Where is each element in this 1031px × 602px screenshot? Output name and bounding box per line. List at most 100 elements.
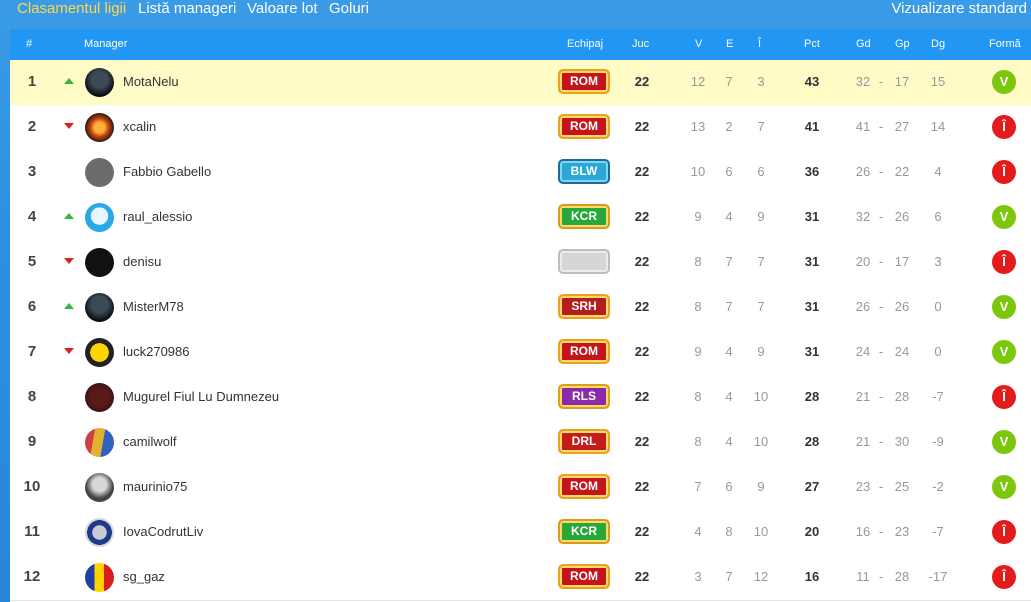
- team-badge[interactable]: KCR: [558, 204, 610, 229]
- team-badge[interactable]: SRH: [558, 294, 610, 319]
- table-row[interactable]: 3 Fabbio Gabello BLW 22 10 6 6 36 26-22 4 Î: [10, 150, 1031, 196]
- played-cell: 22: [634, 254, 650, 269]
- skull-avatar[interactable]: [85, 248, 114, 277]
- crest-avatar[interactable]: [85, 518, 114, 547]
- header-manager[interactable]: Manager: [84, 29, 127, 60]
- manager-name[interactable]: sg_gaz: [123, 555, 165, 599]
- table-row[interactable]: 1 MotaNelu ROM 22 12 7 3 43 32-17 15 V: [10, 60, 1031, 106]
- table-row[interactable]: 7 luck270986 ROM 22 9 4 9 31 24-24 0 V: [10, 330, 1031, 376]
- points-cell: 43: [804, 74, 820, 89]
- won-cell: 7: [694, 479, 702, 494]
- table-row[interactable]: 12 sg_gaz ROM 22 3 7 12 16 11-28 -17 Î: [10, 555, 1031, 601]
- stripes-avatar[interactable]: [85, 428, 114, 457]
- form-win-icon[interactable]: V: [992, 430, 1016, 454]
- won-cell: 8: [694, 434, 702, 449]
- team-badge[interactable]: DRL: [558, 429, 610, 454]
- manager-name[interactable]: camilwolf: [123, 420, 176, 464]
- manager-name[interactable]: xcalin: [123, 105, 156, 149]
- tab-goals[interactable]: Goluri: [329, 0, 369, 18]
- team-badge[interactable]: BLW: [558, 159, 610, 184]
- manager-name[interactable]: IovaCodrutLiv: [123, 510, 203, 554]
- fire-x-avatar[interactable]: [85, 113, 114, 142]
- header-goals-for[interactable]: Gd: [856, 29, 871, 60]
- team-badge[interactable]: ROM: [558, 474, 610, 499]
- form-loss-icon[interactable]: Î: [992, 385, 1016, 409]
- goals-for-cell: 16: [855, 524, 871, 539]
- view-mode-selector[interactable]: Vizualizare standard: [891, 0, 1027, 18]
- manager-name[interactable]: denisu: [123, 240, 161, 284]
- tab-league-standings[interactable]: Clasamentul ligii: [17, 0, 126, 18]
- played-cell: 22: [634, 209, 650, 224]
- form-loss-icon[interactable]: Î: [992, 565, 1016, 589]
- header-rank[interactable]: #: [26, 29, 32, 60]
- team-badge[interactable]: ROM: [558, 114, 610, 139]
- form-loss-icon[interactable]: Î: [992, 250, 1016, 274]
- form-loss-icon[interactable]: Î: [992, 160, 1016, 184]
- state-support-avatar[interactable]: [85, 203, 114, 232]
- mug-avatar[interactable]: [85, 473, 114, 502]
- manager-name[interactable]: Fabbio Gabello: [123, 150, 211, 194]
- goals-against-cell: 27: [894, 119, 910, 134]
- table-row[interactable]: 6 MisterM78 SRH 22 8 7 7 31 26-26 0 V: [10, 285, 1031, 331]
- team-badge[interactable]: ROM: [558, 339, 610, 364]
- goals-against-cell: 30: [894, 434, 910, 449]
- won-cell: 13: [690, 119, 706, 134]
- table-row[interactable]: 2 xcalin ROM 22 13 2 7 41 41-27 14 Î: [10, 105, 1031, 151]
- manager-name[interactable]: MotaNelu: [123, 60, 179, 104]
- goals-for-cell: 26: [855, 164, 871, 179]
- form-win-icon[interactable]: V: [992, 295, 1016, 319]
- header-points[interactable]: Pct: [804, 29, 820, 60]
- header-goals-against[interactable]: Gp: [895, 29, 910, 60]
- form-loss-icon[interactable]: Î: [992, 115, 1016, 139]
- table-row[interactable]: 5 denisu 22 8 7 7 31 20-17 3 Î: [10, 240, 1031, 286]
- manager-name[interactable]: raul_alessio: [123, 195, 192, 239]
- header-goal-difference[interactable]: Dg: [931, 29, 945, 60]
- form-win-icon[interactable]: V: [992, 70, 1016, 94]
- yellow-avatar[interactable]: [85, 338, 114, 367]
- team-badge[interactable]: RLS: [558, 384, 610, 409]
- romania-flag-avatar[interactable]: [85, 563, 114, 592]
- goals-for-cell: 24: [855, 344, 871, 359]
- form-win-icon[interactable]: V: [992, 205, 1016, 229]
- lost-cell: 3: [757, 74, 765, 89]
- header-played[interactable]: Juc: [632, 29, 649, 60]
- team-badge[interactable]: KCR: [558, 519, 610, 544]
- form-loss-icon[interactable]: Î: [992, 520, 1016, 544]
- dark-robot-avatar[interactable]: [85, 68, 114, 97]
- goal-diff-cell: -7: [932, 524, 944, 539]
- goals-against-cell: 28: [894, 569, 910, 584]
- manager-name[interactable]: maurinio75: [123, 465, 187, 509]
- goal-diff-cell: 14: [930, 119, 946, 134]
- tab-manager-list[interactable]: Listă manageri: [138, 0, 236, 18]
- header-lost[interactable]: Î: [758, 29, 761, 60]
- table-row[interactable]: 11 IovaCodrutLiv KCR 22 4 8 10 20 16-23 -7 Î: [10, 510, 1031, 556]
- dark-avatar[interactable]: [85, 293, 114, 322]
- manager-name[interactable]: luck270986: [123, 330, 190, 374]
- team-badge[interactable]: [558, 249, 610, 274]
- table-row[interactable]: 9 camilwolf DRL 22 8 4 10 28 21-30 -9 V: [10, 420, 1031, 466]
- header-team[interactable]: Echipaj: [567, 29, 603, 60]
- form-win-icon[interactable]: V: [992, 340, 1016, 364]
- header-form[interactable]: Formă: [989, 29, 1021, 60]
- red-dark-avatar[interactable]: [85, 383, 114, 412]
- lost-cell: 10: [753, 524, 769, 539]
- header-drawn[interactable]: E: [726, 29, 733, 60]
- manager-name[interactable]: MisterM78: [123, 285, 184, 329]
- goals-for-cell: 21: [855, 389, 871, 404]
- trend-up-icon: [64, 213, 74, 219]
- drawn-cell: 4: [725, 209, 733, 224]
- tab-squad-value[interactable]: Valoare lot: [247, 0, 318, 18]
- won-cell: 4: [694, 524, 702, 539]
- header-won[interactable]: V: [695, 29, 702, 60]
- manager-name[interactable]: Mugurel Fiul Lu Dumnezeu: [123, 375, 279, 419]
- drawn-cell: 7: [725, 569, 733, 584]
- team-badge[interactable]: ROM: [558, 69, 610, 94]
- drawn-cell: 2: [725, 119, 733, 134]
- table-row[interactable]: 4 raul_alessio KCR 22 9 4 9 31 32-26 6 V: [10, 195, 1031, 241]
- form-win-icon[interactable]: V: [992, 475, 1016, 499]
- won-cell: 8: [694, 299, 702, 314]
- gray-avatar[interactable]: [85, 158, 114, 187]
- table-row[interactable]: 10 maurinio75 ROM 22 7 6 9 27 23-25 -2 V: [10, 465, 1031, 511]
- table-row[interactable]: 8 Mugurel Fiul Lu Dumnezeu RLS 22 8 4 10 28 21-2…: [10, 375, 1031, 421]
- team-badge[interactable]: ROM: [558, 564, 610, 589]
